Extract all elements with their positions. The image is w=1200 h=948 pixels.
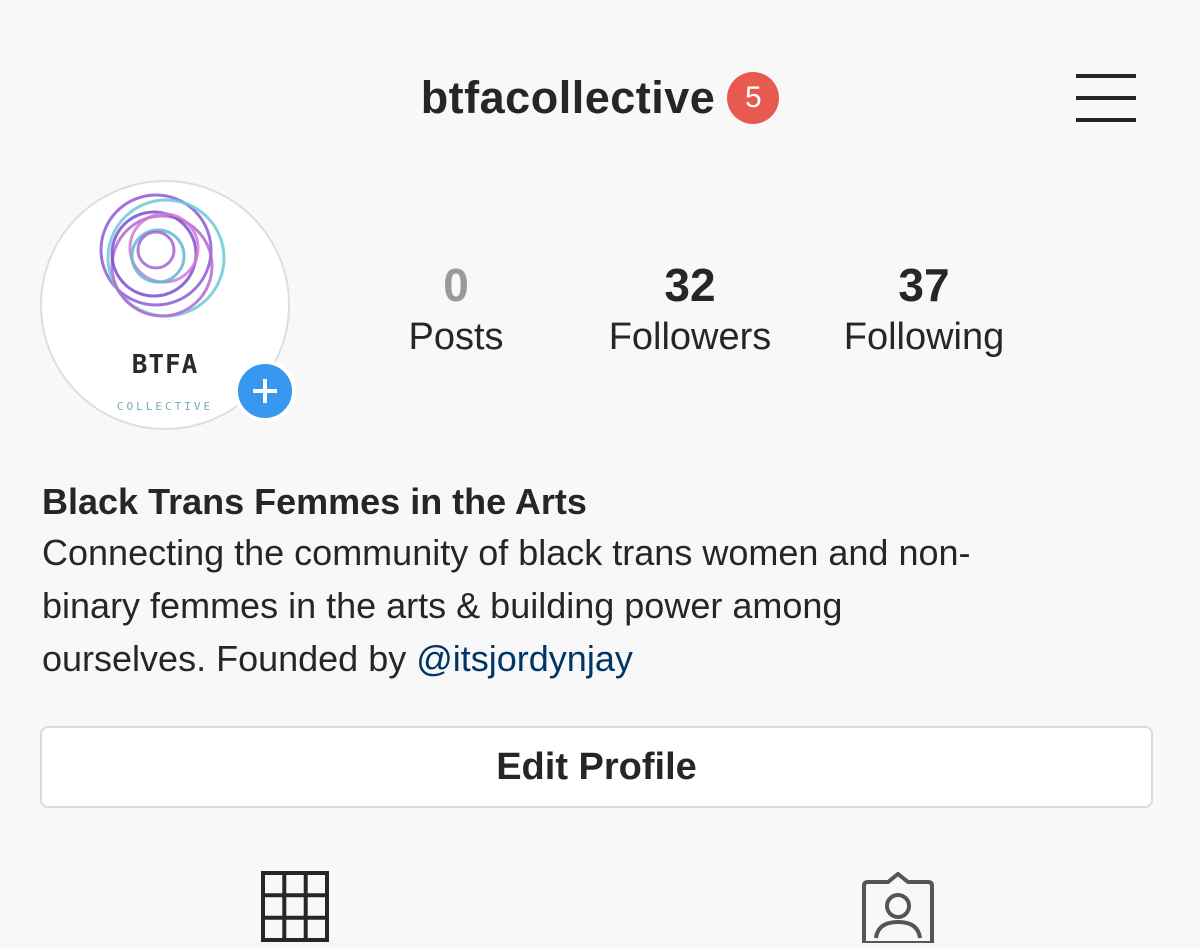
stat-posts[interactable]: 0 Posts <box>396 255 516 359</box>
logo-rings-icon <box>99 193 226 318</box>
posts-label: Posts <box>408 316 504 358</box>
edit-profile-button[interactable]: Edit Profile <box>40 726 1153 808</box>
profile-username[interactable]: btfacollective <box>421 72 716 124</box>
bio-line-3: ourselves. Founded by @itsjordynjay <box>42 632 1162 685</box>
grid-icon <box>261 871 329 942</box>
profile-bio: Black Trans Femmes in the Arts Connectin… <box>42 478 1162 685</box>
tab-posts-grid[interactable] <box>260 870 330 943</box>
following-count: 37 <box>898 259 950 311</box>
posts-count: 0 <box>443 259 469 311</box>
tab-tagged[interactable] <box>860 871 936 945</box>
bio-line-3-text: ourselves. Founded by <box>42 638 417 679</box>
stat-following[interactable]: 37 Following <box>826 255 1022 359</box>
profile-header: btfacollective 5 <box>0 60 1200 150</box>
profile-display-name: Black Trans Femmes in the Arts <box>42 481 587 522</box>
bio-line-1: Connecting the community of black trans … <box>42 532 971 573</box>
add-story-button[interactable] <box>234 360 296 422</box>
bio-line-2: binary femmes in the arts & building pow… <box>42 585 843 626</box>
following-label: Following <box>843 316 1005 358</box>
tagged-user-icon <box>862 871 934 945</box>
followers-count: 32 <box>664 259 716 311</box>
stat-followers[interactable]: 32 Followers <box>590 255 790 359</box>
founder-mention-link[interactable]: @itsjordynjay <box>416 638 633 679</box>
notification-badge[interactable]: 5 <box>727 72 780 124</box>
followers-label: Followers <box>608 316 772 358</box>
hamburger-menu-icon[interactable] <box>1074 72 1138 128</box>
username-row: btfacollective 5 <box>0 72 1200 124</box>
